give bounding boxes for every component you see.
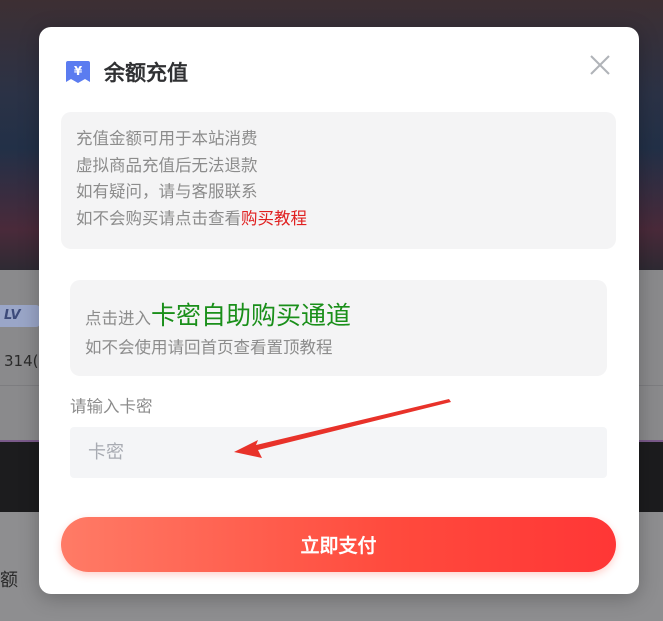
yen-wallet-icon: ¥ xyxy=(66,61,90,83)
background-lower-text: 额 xyxy=(0,570,18,591)
notice-box: 充值金额可用于本站消费 虚拟商品充值后无法退款 如有疑问，请与客服联系 如不会购… xyxy=(61,112,616,249)
notice-line: 充值金额可用于本站消费 xyxy=(76,129,258,148)
purchase-channel-row: 点击进入 卡密自助购买通道 xyxy=(85,296,607,334)
level-badge: LV xyxy=(0,305,40,327)
notice-line-tutorial: 如不会购买请点击查看购买教程 xyxy=(76,206,616,233)
recharge-dialog: ¥ 余额充值 充值金额可用于本站消费 虚拟商品充值后无法退款 如有疑问，请与客服… xyxy=(39,27,639,594)
notice-line: 虚拟商品充值后无法退款 xyxy=(76,155,258,175)
purchase-channel-box: 点击进入 卡密自助购买通道 如不会使用请回首页查看置顶教程 xyxy=(70,280,607,376)
dialog-header: ¥ 余额充值 xyxy=(64,57,188,87)
background-user-text: 314( xyxy=(4,352,39,370)
notice-line: 如有疑问，请与客服联系 xyxy=(76,182,258,202)
dialog-title: 余额充值 xyxy=(104,61,188,85)
purchase-hint-text: 如不会使用请回首页查看置顶教程 xyxy=(85,338,333,357)
card-key-input[interactable] xyxy=(70,427,607,478)
purchase-tutorial-link[interactable]: 购买教程 xyxy=(241,209,307,228)
pay-now-button[interactable]: 立即支付 xyxy=(61,517,616,572)
notice-tutorial-prefix: 如不会购买请点击查看 xyxy=(76,209,241,229)
card-purchase-channel-link[interactable]: 卡密自助购买通道 xyxy=(151,296,351,332)
svg-text:¥: ¥ xyxy=(74,64,83,78)
card-key-label: 请输入卡密 xyxy=(70,397,153,416)
close-icon[interactable] xyxy=(588,53,612,77)
purchase-prefix-text: 点击进入 xyxy=(85,309,151,328)
